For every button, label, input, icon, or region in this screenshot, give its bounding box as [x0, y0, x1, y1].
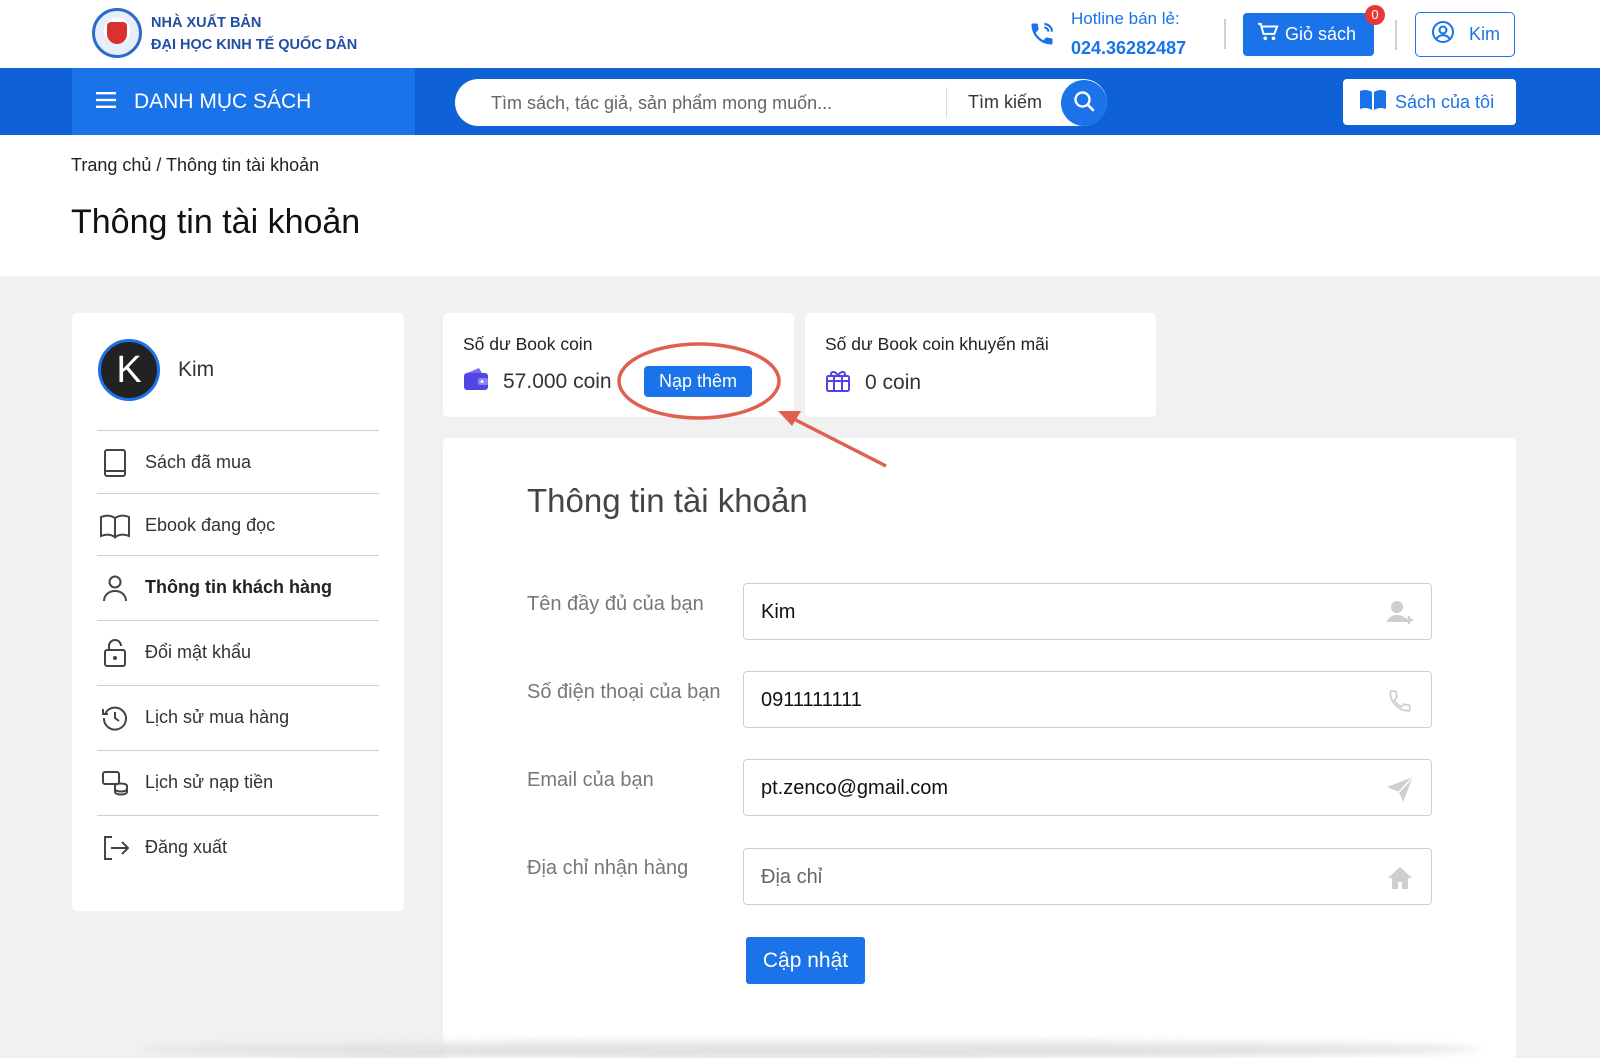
my-books-label: Sách của tôi	[1395, 91, 1495, 112]
sidebar-item-label: Thông tin khách hàng	[145, 577, 332, 597]
search-divider	[946, 87, 947, 118]
sidebar-item-customer-info[interactable]: Thông tin khách hàng	[97, 555, 379, 619]
avatar: K	[98, 339, 160, 401]
sidebar-item-reading-ebooks[interactable]: Ebook đang đọc	[97, 493, 379, 557]
history-icon	[97, 700, 133, 736]
open-book-icon	[1359, 88, 1387, 117]
fullname-field	[743, 583, 1432, 640]
header-divider	[1395, 20, 1397, 50]
promo-coin-title: Số dư Book coin khuyến mãi	[825, 334, 1049, 354]
publisher-line2: ĐẠI HỌC KINH TẾ QUỐC DÂN	[151, 37, 358, 53]
search-text-button[interactable]: Tìm kiếm	[968, 92, 1042, 113]
sidebar-item-purchased-books[interactable]: Sách đã mua	[97, 430, 379, 494]
user-icon	[97, 570, 133, 606]
cart-button[interactable]: Giỏ sách	[1243, 13, 1374, 56]
publisher-name[interactable]: NHÀ XUẤT BẢN ĐẠI HỌC KINH TẾ QUỐC DÂN	[151, 12, 357, 56]
home-icon	[1385, 863, 1415, 893]
coin-balance-card: Số dư Book coin 57.000 coin	[443, 313, 794, 417]
cart-label: Giỏ sách	[1285, 24, 1357, 44]
header-divider	[1224, 19, 1226, 49]
topup-button[interactable]: Nạp thêm	[644, 366, 752, 397]
account-form-card: Thông tin tài khoản Tên đầy đủ của bạn S…	[443, 438, 1516, 1058]
send-icon	[1385, 774, 1415, 804]
cart-icon	[1257, 22, 1279, 47]
fullname-input[interactable]	[761, 599, 1361, 625]
publisher-line1: NHÀ XUẤT BẢN	[151, 15, 262, 31]
form-title: Thông tin tài khoản	[527, 482, 808, 519]
search-icon	[1072, 89, 1096, 118]
account-sidebar: K Kim Sách đã mua Ebook đang đọc Thông t…	[72, 313, 404, 911]
sidebar-item-label: Ebook đang đọc	[145, 515, 276, 535]
open-book-icon	[97, 508, 133, 544]
search-button[interactable]	[1061, 80, 1107, 126]
sidebar-item-topup-history[interactable]: Lịch sử nạp tiền	[97, 750, 379, 814]
publisher-logo[interactable]	[92, 8, 142, 58]
sidebar-item-label: Sách đã mua	[145, 452, 252, 472]
sidebar-item-change-password[interactable]: Đổi mật khẩu	[97, 620, 379, 684]
lock-icon	[97, 635, 133, 671]
add-user-icon	[1385, 598, 1415, 628]
sidebar-item-logout[interactable]: Đăng xuất	[97, 815, 379, 879]
user-circle-icon	[1431, 20, 1455, 49]
address-label: Địa chỉ nhận hàng	[527, 857, 689, 879]
sidebar-item-label: Lịch sử mua hàng	[145, 707, 290, 727]
cart-count-badge: 0	[1365, 5, 1385, 25]
email-label: Email của bạn	[527, 769, 654, 791]
promo-coin-card: Số dư Book coin khuyến mãi 0 coin	[805, 313, 1156, 417]
fullname-label: Tên đầy đủ của bạn	[527, 593, 704, 615]
logout-icon	[97, 830, 133, 866]
phone-icon	[1028, 20, 1056, 53]
top-header: NHÀ XUẤT BẢN ĐẠI HỌC KINH TẾ QUỐC DÂN Ho…	[0, 0, 1600, 68]
coin-balance-value: 57.000 coin	[503, 370, 612, 393]
gift-icon	[825, 367, 851, 399]
promo-coin-value: 0 coin	[865, 371, 922, 394]
phone-input[interactable]	[761, 687, 1361, 713]
sidebar-item-label: Đổi mật khẩu	[145, 642, 252, 662]
bottom-shadow	[140, 1040, 1480, 1058]
account-button[interactable]: Kim	[1415, 12, 1515, 57]
category-menu-label: DANH MỤC SÁCH	[134, 89, 312, 113]
sidebar-item-label: Lịch sử nạp tiền	[145, 772, 274, 792]
coin-balance-row: 57.000 coin	[463, 367, 612, 397]
account-label: Kim	[1469, 24, 1500, 44]
address-field	[743, 848, 1432, 905]
breadcrumb[interactable]: Trang chủ / Thông tin tài khoản	[71, 155, 319, 176]
category-menu-button[interactable]: DANH MỤC SÁCH	[72, 68, 415, 135]
sidebar-user-name: Kim	[178, 358, 215, 381]
search-input[interactable]	[491, 91, 931, 115]
promo-coin-row: 0 coin	[825, 367, 921, 399]
coin-balance-title: Số dư Book coin	[463, 334, 593, 354]
sidebar-item-label: Đăng xuất	[145, 837, 228, 857]
email-input[interactable]	[761, 775, 1361, 801]
update-button[interactable]: Cập nhật	[746, 937, 865, 984]
address-input[interactable]	[761, 864, 1361, 890]
page-title: Thông tin tài khoản	[71, 203, 361, 241]
phone-icon	[1385, 686, 1415, 716]
hamburger-icon	[96, 90, 116, 114]
my-books-button[interactable]: Sách của tôi	[1343, 79, 1516, 125]
sidebar-item-purchase-history[interactable]: Lịch sử mua hàng	[97, 685, 379, 749]
coins-icon	[97, 765, 133, 801]
logo-emblem	[107, 22, 127, 44]
email-field	[743, 759, 1432, 816]
phone-field	[743, 671, 1432, 728]
phone-label: Số điện thoại của bạn	[527, 681, 721, 703]
wallet-icon	[463, 367, 489, 397]
book-icon	[97, 445, 133, 481]
search-bar: Tìm kiếm	[455, 79, 1107, 126]
hotline-label: Hotline bán lẻ:	[1071, 9, 1180, 28]
hotline-number[interactable]: 024.36282487	[1071, 38, 1186, 59]
